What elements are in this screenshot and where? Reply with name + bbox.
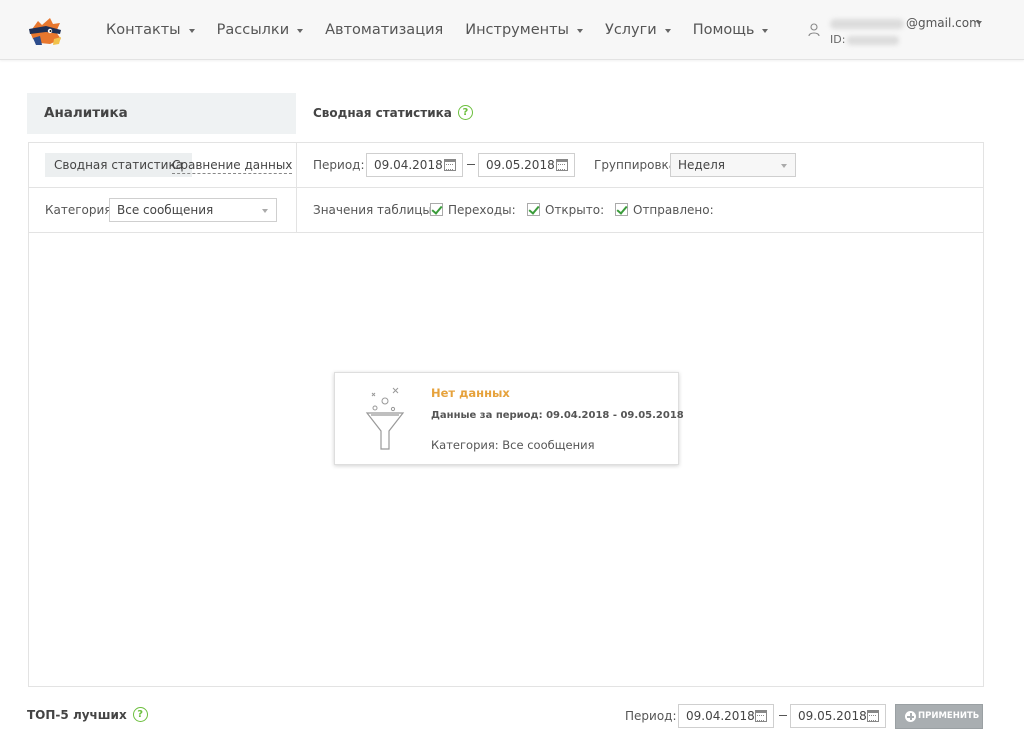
footer-date-from-value: 09.04.2018 xyxy=(686,709,755,723)
checkbox-clicks[interactable] xyxy=(430,203,443,216)
date-range-dash xyxy=(467,164,475,165)
nav-automation[interactable]: Автоматизация xyxy=(325,22,443,38)
user-menu[interactable]: @gmail.com ID: xyxy=(806,12,1006,48)
footer-date-from-input[interactable]: 09.04.2018 xyxy=(678,704,774,728)
grouping-select[interactable]: Неделя xyxy=(670,153,796,177)
date-from-value: 09.04.2018 xyxy=(374,158,443,172)
no-data-category: Категория: Все сообщения xyxy=(431,438,595,452)
no-data-card: Нет данных Данные за период: 09.04.2018 … xyxy=(334,372,684,465)
user-id: ID: xyxy=(830,33,900,46)
apply-button-label: ПРИМЕНИТЬ xyxy=(918,711,980,721)
nav-help[interactable]: Помощь xyxy=(693,22,769,38)
redacted-email-mask xyxy=(830,18,904,29)
chevron-down-icon xyxy=(976,21,982,25)
date-from-input[interactable]: 09.04.2018 xyxy=(366,153,463,177)
no-data-period: Данные за период: 09.04.2018 - 09.05.201… xyxy=(431,410,684,421)
nav-contacts[interactable]: Контакты xyxy=(106,22,195,38)
date-range-dash xyxy=(779,715,787,716)
checkbox-opened-label: Открыто: xyxy=(545,203,605,217)
top5-section-title: ТОП-5 лучших? xyxy=(27,707,148,722)
no-data-title: Нет данных xyxy=(431,386,510,400)
chevron-down-icon xyxy=(297,28,304,33)
nav-tools[interactable]: Инструменты xyxy=(465,22,583,38)
analytics-sidebar-header: Аналитика xyxy=(27,93,296,134)
chevron-down-icon xyxy=(262,209,268,213)
help-icon[interactable]: ? xyxy=(457,105,473,120)
tab-compare-data[interactable]: Сравнение данных xyxy=(172,158,293,174)
nav-mailings[interactable]: Рассылки xyxy=(216,22,304,38)
grouping-label: Группировка xyxy=(594,158,677,172)
category-select[interactable]: Все сообщения xyxy=(109,198,277,222)
chevron-down-icon xyxy=(188,28,195,33)
redacted-id-mask xyxy=(847,35,900,45)
nav-tools-label: Инструменты xyxy=(465,22,569,38)
chevron-down-icon xyxy=(664,28,671,33)
tab-summary-stats[interactable]: Сводная статистика xyxy=(45,153,193,177)
table-values-label: Значения таблицы: xyxy=(313,203,436,217)
chevron-down-icon xyxy=(576,28,583,33)
chevron-down-icon xyxy=(781,164,787,168)
nav-mailings-label: Рассылки xyxy=(216,22,290,38)
footer-date-to-input[interactable]: 09.05.2018 xyxy=(790,704,886,728)
top5-title-text: ТОП-5 лучших xyxy=(27,708,127,722)
checkbox-sent-label: Отправлено: xyxy=(633,203,714,217)
nav-help-label: Помощь xyxy=(692,22,755,38)
analytics-panel: Сводная статистика Сравнение данных Пери… xyxy=(28,142,984,687)
calendar-icon[interactable] xyxy=(556,159,568,171)
funnel-icon xyxy=(365,387,405,450)
checkbox-clicks-label: Переходы: xyxy=(448,203,516,217)
nav-automation-label: Автоматизация xyxy=(325,22,444,38)
checkbox-sent[interactable] xyxy=(615,203,628,216)
row-divider xyxy=(29,232,983,233)
checkbox-opened[interactable] xyxy=(527,203,540,216)
user-email: @gmail.com xyxy=(830,16,981,30)
nav-contacts-label: Контакты xyxy=(106,22,181,38)
user-id-label: ID: xyxy=(830,33,846,46)
grouping-value: Неделя xyxy=(678,158,725,172)
period-label: Период: xyxy=(313,158,365,172)
page-title-text: Сводная статистика xyxy=(313,106,452,120)
nav-services[interactable]: Услуги xyxy=(605,22,671,38)
apply-button[interactable]: ПРИМЕНИТЬ xyxy=(895,704,983,729)
top-navbar: Контакты Рассылки Автоматизация Инструме… xyxy=(0,0,1024,60)
chevron-down-icon xyxy=(762,28,769,33)
date-to-value: 09.05.2018 xyxy=(486,158,555,172)
analytics-title: Аналитика xyxy=(44,105,128,121)
page-title: Сводная статистика? xyxy=(313,105,473,120)
calendar-icon[interactable] xyxy=(755,710,767,722)
plus-circle-icon xyxy=(905,711,916,722)
main-menu: Контакты Рассылки Автоматизация Инструме… xyxy=(106,0,790,60)
calendar-icon[interactable] xyxy=(867,710,879,722)
category-value: Все сообщения xyxy=(117,203,214,217)
logo-icon[interactable] xyxy=(26,12,66,48)
user-icon xyxy=(808,23,820,37)
footer-date-to-value: 09.05.2018 xyxy=(798,709,867,723)
date-to-input[interactable]: 09.05.2018 xyxy=(478,153,575,177)
footer-period-label: Период: xyxy=(625,709,677,723)
category-label: Категория xyxy=(45,203,112,217)
row-divider xyxy=(29,187,983,188)
user-email-domain: @gmail.com xyxy=(906,16,981,30)
calendar-icon[interactable] xyxy=(444,159,456,171)
nav-services-label: Услуги xyxy=(604,22,657,38)
help-icon[interactable]: ? xyxy=(132,707,148,722)
